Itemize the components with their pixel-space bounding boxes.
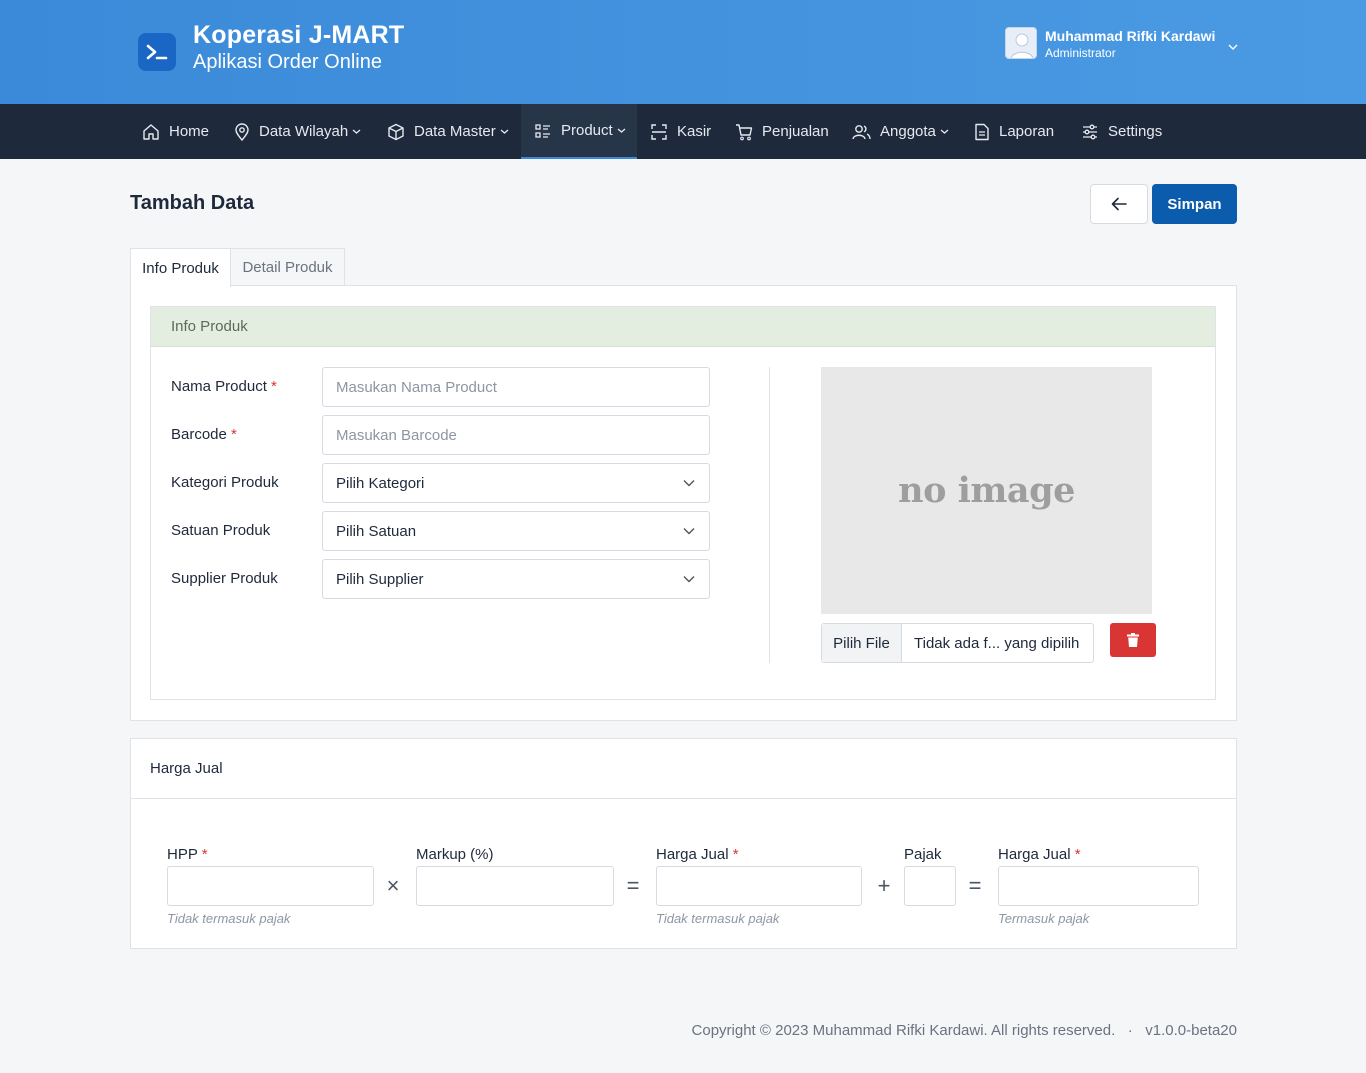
harga-jual-input[interactable] [656, 866, 862, 906]
sliders-icon [1083, 124, 1097, 139]
back-button[interactable] [1090, 184, 1148, 224]
save-button[interactable]: Simpan [1152, 184, 1237, 224]
footer-copyright: Copyright © 2023 Muhammad Rifki Kardawi.… [691, 1022, 1237, 1039]
user-name[interactable]: Muhammad Rifki Kardawi [1045, 28, 1215, 44]
kategori-label: Kategori Produk [171, 474, 279, 491]
nav-item-settings[interactable]: Settings [1081, 104, 1162, 159]
chevron-down-icon [683, 528, 695, 535]
nav-item-data-wilayah[interactable]: Data Wilayah [234, 104, 361, 159]
product-image-placeholder: no image [821, 367, 1152, 614]
nav-label-settings: Settings [1108, 123, 1163, 140]
markup-label: Markup (%) [416, 846, 494, 863]
harga-jual-header: Harga Jual [150, 760, 223, 777]
map-pin-icon [235, 122, 249, 141]
file-name-text: Tidak ada f... yang dipilih [914, 634, 1080, 652]
app-title: Koperasi J-MART [193, 21, 405, 49]
barcode-label: Barcode * [171, 426, 237, 443]
main-navbar: Home Data Wilayah Data Master Product Ka… [0, 104, 1366, 159]
nama-product-label: Nama Product * [171, 378, 277, 395]
list-icon [535, 123, 550, 138]
barcode-input[interactable]: Masukan Barcode [322, 415, 710, 455]
chevron-down-icon [500, 129, 509, 134]
hpp-label: HPP * [167, 846, 208, 863]
nav-label-penjualan: Penjualan [762, 123, 829, 140]
nav-item-anggota[interactable]: Anggota [852, 104, 949, 159]
chevron-down-icon [352, 129, 361, 134]
harga-jual-label: Harga Jual * [656, 846, 739, 863]
delete-image-button[interactable] [1110, 623, 1156, 657]
nav-label-anggota: Anggota [880, 123, 936, 140]
markup-input[interactable] [416, 866, 614, 906]
tab-detail-produk[interactable]: Detail Produk [230, 248, 345, 286]
nav-label-laporan: Laporan [999, 123, 1055, 140]
user-avatar-icon[interactable] [1005, 27, 1037, 59]
harga-jual-pajak-input[interactable] [998, 866, 1199, 906]
times-operator: × [386, 873, 400, 898]
equals-operator: = [626, 873, 640, 898]
arrow-left-icon [1111, 197, 1127, 211]
document-icon [975, 123, 989, 140]
card-header: Info Produk [151, 307, 1215, 347]
users-icon [852, 124, 871, 139]
supplier-select[interactable]: Pilih Supplier [322, 559, 710, 599]
divider [130, 798, 1237, 799]
app-subtitle: Aplikasi Order Online [193, 51, 382, 73]
chevron-down-icon [617, 128, 626, 133]
trash-icon [1127, 633, 1139, 647]
scan-icon [651, 123, 667, 140]
nav-item-kasir[interactable]: Kasir [650, 104, 711, 159]
harga-jual-pajak-label: Harga Jual * [998, 846, 1081, 863]
file-input[interactable]: Pilih File Tidak ada f... yang dipilih [821, 623, 1094, 663]
terminal-logo-icon[interactable] [138, 33, 176, 71]
chevron-down-icon [683, 576, 695, 583]
nav-item-data-master[interactable]: Data Master [387, 104, 509, 159]
chevron-down-icon [683, 480, 695, 487]
nav-label-data-wilayah: Data Wilayah [259, 123, 349, 140]
nama-product-input[interactable]: Masukan Nama Product [322, 367, 710, 407]
nav-item-penjualan[interactable]: Penjualan [735, 104, 829, 159]
vertical-divider [769, 367, 770, 663]
shopping-cart-icon [736, 123, 753, 140]
kategori-select[interactable]: Pilih Kategori [322, 463, 710, 503]
nav-label-kasir: Kasir [677, 123, 712, 140]
satuan-select[interactable]: Pilih Satuan [322, 511, 710, 551]
nav-label-home: Home [169, 123, 210, 140]
nav-item-product[interactable]: Product [521, 104, 637, 159]
app-header: Koperasi J-MART Aplikasi Order Online Mu… [0, 0, 1366, 104]
nav-item-home[interactable]: Home [142, 104, 209, 159]
choose-file-button[interactable]: Pilih File [822, 624, 902, 662]
nav-label-product: Product [561, 122, 613, 139]
plus-operator: + [877, 873, 891, 898]
hpp-help-text: Tidak termasuk pajak [167, 911, 291, 926]
nav-item-laporan[interactable]: Laporan [974, 104, 1054, 159]
pajak-label: Pajak [904, 846, 942, 863]
chevron-down-icon[interactable] [1228, 38, 1238, 56]
harga-jual-help-text: Tidak termasuk pajak [656, 911, 780, 926]
cube-icon [388, 123, 404, 140]
pajak-input[interactable] [904, 866, 956, 906]
user-role: Administrator [1045, 46, 1116, 60]
equals-operator-2: = [968, 873, 982, 898]
hpp-input[interactable] [167, 866, 374, 906]
page-title: Tambah Data [130, 192, 255, 214]
chevron-down-icon [940, 129, 949, 134]
harga-jual-pajak-help-text: Termasuk pajak [998, 911, 1090, 926]
home-icon [143, 123, 159, 140]
satuan-label: Satuan Produk [171, 522, 271, 539]
nav-label-data-master: Data Master [414, 123, 496, 140]
supplier-label: Supplier Produk [171, 570, 278, 587]
tab-info-produk[interactable]: Info Produk [130, 248, 231, 287]
